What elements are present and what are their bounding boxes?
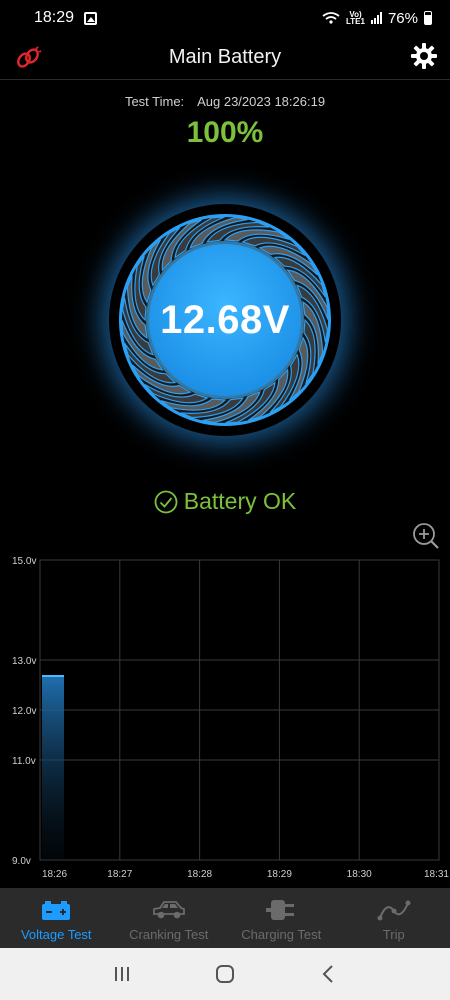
gear-icon[interactable]	[410, 42, 438, 70]
nav-label: Charging Test	[241, 927, 322, 942]
chart-x-tick-label: 18:29	[267, 869, 292, 880]
plug-icon	[266, 900, 295, 920]
test-time: Test Time: Aug 23/2023 18:26:19	[0, 94, 450, 109]
status-bar: 18:29 Vo) LTE1 76%	[0, 0, 450, 36]
page-title: Main Battery	[168, 46, 282, 68]
signal-icon	[370, 12, 382, 24]
chart-y-tick-label: 12.0v	[12, 706, 36, 717]
battery-icon	[42, 901, 71, 920]
chart-y-tick-label: 15.0v	[12, 556, 36, 567]
nav-charging-test[interactable]: Charging Test	[225, 888, 338, 948]
test-time-value: Aug 23/2023 18:26:19	[197, 94, 326, 109]
chart-x-tick-label: 18:31	[424, 869, 449, 880]
chart-x-tick-label: 18:30	[347, 869, 372, 880]
test-time-label: Test Time:	[124, 94, 185, 109]
voltage-chart: 15.0v 13.0v 12.0v 11.0v 9.0v 18:26 18:27 18:28 1…	[12, 556, 449, 880]
nav-label: Voltage Test	[20, 927, 92, 942]
check-circle-icon	[154, 490, 178, 513]
image-notification-icon	[84, 11, 98, 25]
battery-status-text: Battery OK	[183, 488, 297, 514]
nav-trip[interactable]: Trip	[338, 888, 450, 948]
route-icon	[377, 900, 411, 921]
status-time: 18:29	[34, 9, 75, 26]
nav-voltage-test[interactable]: Voltage Test	[0, 888, 113, 948]
chart-y-tick-label: 9.0v	[12, 856, 31, 867]
app-header: Main Battery	[0, 36, 450, 80]
chart-x-tick-label: 18:28	[187, 869, 212, 880]
recent-apps-icon[interactable]	[111, 963, 133, 985]
chart-y-tick-label: 11.0v	[12, 756, 36, 767]
car-icon	[152, 901, 185, 919]
bluetooth-link-icon[interactable]	[14, 46, 42, 70]
nav-label: Trip	[382, 927, 405, 942]
bottom-nav: Voltage Test Cranking Test Charging Test…	[0, 888, 450, 948]
battery-status: Battery OK	[0, 488, 450, 515]
home-icon[interactable]	[214, 963, 236, 985]
voltage-gauge: 12.68V	[115, 210, 335, 430]
status-battery-icon	[424, 11, 432, 25]
chart-x-tick-label: 18:26	[42, 869, 67, 880]
chart-bar	[42, 676, 64, 860]
nav-label: Cranking Test	[129, 927, 209, 942]
nav-cranking-test[interactable]: Cranking Test	[113, 888, 226, 948]
zoom-in-icon[interactable]	[412, 522, 440, 550]
back-icon[interactable]	[317, 963, 339, 985]
charge-percent: 100%	[186, 116, 264, 149]
chart-x-tick-label: 18:27	[107, 869, 132, 880]
system-nav-bar	[0, 948, 450, 1000]
wifi-icon	[322, 12, 340, 24]
chart-y-tick-label: 13.0v	[12, 656, 36, 667]
lte-indicator: Vo) LTE1	[346, 10, 365, 26]
voltage-value: 12.68V	[160, 297, 290, 342]
battery-percent: 76%	[387, 9, 418, 27]
